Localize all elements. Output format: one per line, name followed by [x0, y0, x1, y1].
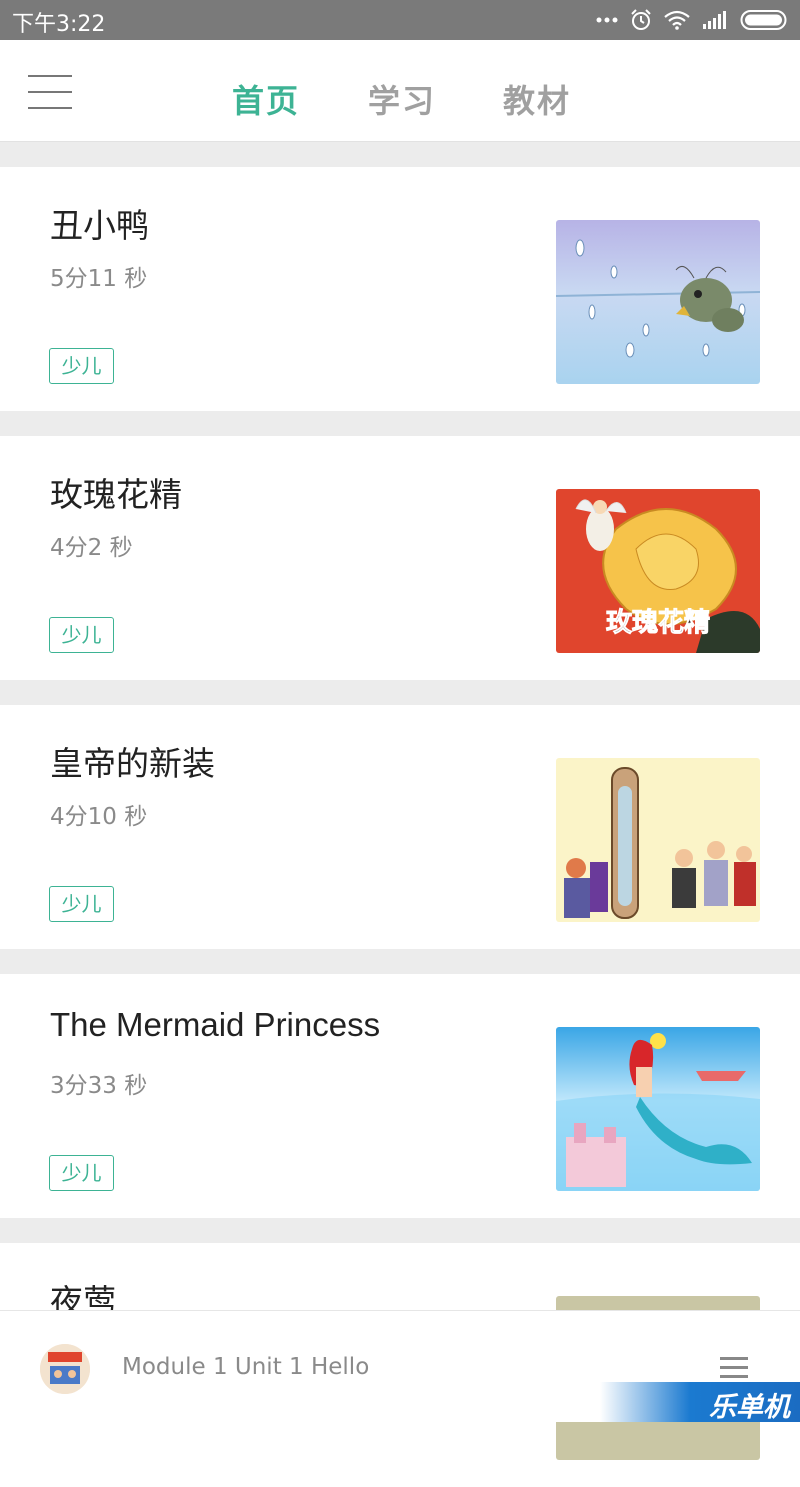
status-bar: 下午3:22	[0, 0, 800, 40]
story-duration: 3分33 秒	[50, 1073, 148, 1099]
status-time: 下午3:22	[12, 12, 106, 37]
watermark-logo: 乐单机	[600, 1382, 800, 1423]
story-title: The Mermaid Princess	[50, 1006, 381, 1043]
story-card[interactable]: 玫瑰花精 4分2 秒 少儿 玫瑰花精	[0, 436, 800, 680]
story-title: 玫瑰花精	[50, 476, 182, 513]
tab-textbooks[interactable]: 教材	[503, 76, 571, 122]
story-duration: 4分2 秒	[50, 535, 133, 561]
story-duration: 5分11 秒	[50, 266, 148, 292]
story-duration: 4分10 秒	[50, 804, 148, 830]
menu-icon[interactable]	[28, 74, 74, 110]
story-title: 皇帝的新装	[50, 745, 215, 782]
story-thumbnail	[556, 220, 760, 384]
status-icons	[596, 6, 790, 34]
category-tag: 少儿	[49, 886, 114, 922]
signal-icon	[702, 10, 728, 30]
story-thumbnail: 玫瑰花精	[556, 489, 760, 653]
tab-home[interactable]: 首页	[232, 76, 300, 122]
story-thumbnail	[556, 758, 760, 922]
more-dots-icon	[596, 16, 618, 24]
battery-icon	[740, 9, 790, 31]
category-tag: 少儿	[49, 617, 114, 653]
alarm-icon	[630, 9, 652, 31]
wifi-icon	[664, 10, 690, 30]
story-card[interactable]: 皇帝的新装 4分10 秒 少儿	[0, 705, 800, 949]
tab-study[interactable]: 学习	[368, 76, 436, 122]
player-cover-avatar[interactable]	[40, 1344, 90, 1394]
watermark-text: 乐单机	[709, 1392, 790, 1423]
thumbnail-caption: 玫瑰花精	[606, 608, 710, 638]
now-playing-title: Module 1 Unit 1 Hello	[122, 1354, 370, 1380]
story-card[interactable]: 丑小鸭 5分11 秒 少儿	[0, 167, 800, 411]
playlist-icon[interactable]	[720, 1355, 750, 1381]
category-tag: 少儿	[49, 1155, 114, 1191]
top-navigation: 首页 学习 教材	[0, 40, 800, 142]
story-title: 丑小鸭	[50, 207, 149, 244]
story-card[interactable]: The Mermaid Princess 3分33 秒 少儿	[0, 974, 800, 1218]
story-thumbnail	[556, 1027, 760, 1191]
category-tag: 少儿	[49, 348, 114, 384]
